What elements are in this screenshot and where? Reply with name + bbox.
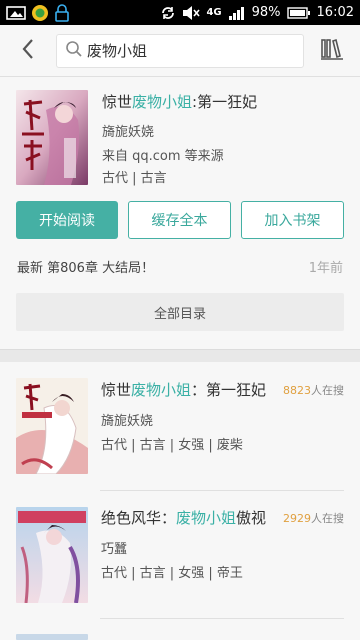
status-bar: 4G 98% 16:02 — [0, 0, 360, 25]
title-highlight: 废物小姐 — [132, 93, 193, 111]
readers-count: 8823人在搜 — [283, 382, 344, 398]
add-to-shelf-button[interactable]: 加入书架 — [241, 201, 344, 239]
title-prefix: 惊世 — [101, 381, 132, 399]
title-suffix: :第一狂妃 — [192, 93, 258, 111]
mute-icon — [182, 5, 201, 21]
bookshelf-icon — [320, 38, 344, 64]
readers-suffix: 人在搜 — [311, 384, 344, 397]
search-header: 废物小姐 — [0, 25, 360, 77]
book-source[interactable]: 来自 qq.com 等来源 — [102, 145, 224, 164]
book-author[interactable]: 旖旎妖娆 — [102, 121, 154, 140]
book-cover — [16, 507, 88, 603]
search-icon — [65, 40, 83, 62]
book-author: 旖旎妖娆 — [101, 414, 154, 429]
clock: 16:02 — [316, 5, 354, 20]
title-highlight: 废物小姐 — [176, 509, 237, 527]
readers-number: 8823 — [283, 384, 311, 397]
readers-count: 2929人在搜 — [283, 510, 344, 526]
app-notification-icon — [31, 4, 49, 22]
book-title[interactable]: 绝色风华：废物小姐傲视 — [101, 507, 266, 528]
book-tags: 古代 | 古言 | 女强 | 帝王 — [101, 566, 243, 581]
bookshelf-button[interactable] — [304, 25, 360, 77]
book-title[interactable]: 惊世废物小姐：第一狂妃 — [101, 379, 266, 400]
book-tags: 古代 | 古言 — [102, 171, 167, 186]
search-input[interactable]: 废物小姐 — [56, 33, 304, 68]
title-prefix: 绝色风华： — [101, 509, 177, 527]
chevron-left-icon — [21, 38, 35, 64]
battery-icon — [286, 6, 311, 19]
signal-icon — [228, 6, 246, 20]
battery-percent: 98% — [251, 5, 281, 20]
book-cover — [16, 634, 88, 640]
book-cover — [16, 378, 88, 474]
update-time: 1年前 — [308, 261, 343, 276]
book-title[interactable]: 惊世废物小姐:第一狂妃 — [102, 91, 257, 112]
list-item[interactable]: 惊世废物小姐：第一狂妃 8823人在搜 旖旎妖娆 古代 | 古言 | 女强 | … — [0, 362, 360, 490]
back-button[interactable] — [0, 25, 56, 77]
item-divider — [100, 618, 344, 619]
readers-number: 2929 — [283, 512, 311, 525]
readers-suffix: 人在搜 — [311, 512, 344, 525]
title-suffix: 傲视 — [236, 509, 267, 527]
section-divider — [0, 349, 360, 362]
book-author: 巧蠶 — [101, 542, 128, 557]
all-chapters-button[interactable]: 全部目录 — [16, 293, 344, 331]
main-result-card: 惊世废物小姐:第一狂妃 旖旎妖娆 来自 qq.com 等来源 古代 | 古言 开… — [0, 77, 360, 349]
search-query-text: 废物小姐 — [87, 42, 148, 60]
book-tags: 古代 | 古言 | 女强 | 废柴 — [101, 438, 243, 453]
title-highlight: 废物小姐 — [131, 381, 192, 399]
latest-chapter[interactable]: 最新 第806章 大结局！ — [17, 257, 154, 276]
network-type-icon: 4G — [206, 7, 222, 18]
list-item[interactable]: 绝色风华：废物小姐傲视 2929人在搜 巧蠶 古代 | 古言 | 女强 | 帝王 — [0, 490, 360, 618]
cache-all-button[interactable]: 缓存全本 — [128, 201, 231, 239]
title-suffix: ：第一狂妃 — [191, 381, 267, 399]
lock-notification-icon — [54, 3, 70, 22]
image-notification-icon — [6, 5, 26, 20]
sync-icon — [160, 5, 176, 21]
title-prefix: 惊世 — [102, 93, 133, 111]
book-cover[interactable] — [16, 90, 88, 185]
result-list: 惊世废物小姐：第一狂妃 8823人在搜 旖旎妖娆 古代 | 古言 | 女强 | … — [0, 362, 360, 640]
start-reading-button[interactable]: 开始阅读 — [16, 201, 118, 239]
